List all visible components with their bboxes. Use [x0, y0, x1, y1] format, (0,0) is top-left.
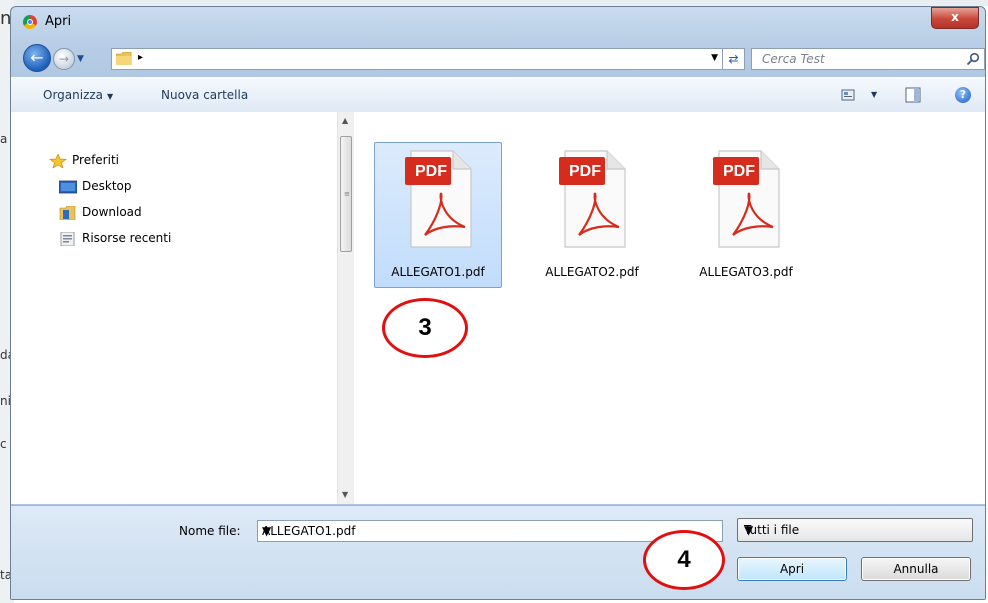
file-item[interactable]: PDF ALLEGATO3.pdf — [682, 142, 810, 288]
grip-icon: ≡ — [344, 190, 350, 198]
back-button[interactable]: ← — [23, 44, 51, 72]
chrome-icon — [23, 15, 37, 29]
search-placeholder: Cerca Test — [762, 52, 825, 66]
help-icon[interactable]: ? — [955, 87, 971, 103]
star-icon — [49, 153, 67, 168]
navigation-pane: Preferiti Desktop Download Risorse recen… — [11, 112, 355, 504]
nav-item-label: Download — [82, 205, 142, 219]
open-button[interactable]: Apri — [737, 557, 847, 581]
pdf-badge: PDF — [415, 163, 447, 180]
navigation-scrollbar[interactable]: ▲ ≡ ▼ — [337, 112, 355, 504]
nav-item-recent-places[interactable]: Risorse recenti — [59, 228, 171, 248]
organize-label: Organizza — [43, 88, 104, 102]
pdf-badge: PDF — [723, 163, 755, 180]
recent-places-icon — [60, 231, 75, 246]
history-dropdown-icon[interactable]: ▼ — [77, 54, 84, 64]
chevron-down-icon: ▼ — [107, 92, 114, 101]
download-folder-icon — [59, 205, 76, 220]
address-dropdown-icon[interactable]: ▼ — [711, 53, 718, 63]
view-options-icon[interactable] — [841, 87, 857, 103]
folder-icon — [116, 52, 132, 65]
nav-item-label: Preferiti — [72, 153, 119, 167]
search-icon[interactable] — [966, 52, 980, 66]
pdf-badge: PDF — [569, 163, 601, 180]
chevron-down-icon: ▼ — [744, 523, 754, 537]
new-folder-button[interactable]: Nuova cartella — [161, 88, 248, 102]
bottom-panel: Nome file: ALLEGATO1.pdf ▼ Tutti i file … — [11, 505, 985, 599]
chevron-right-icon[interactable]: ▸ — [138, 52, 143, 63]
scroll-thumb[interactable]: ≡ — [340, 136, 352, 252]
organize-button[interactable]: Organizza ▼ — [43, 88, 113, 102]
dialog-title: Apri — [45, 14, 72, 29]
address-bar[interactable]: ▸ ▼ — [111, 48, 723, 70]
preview-pane-icon[interactable] — [905, 87, 921, 103]
background-text: a — [0, 132, 8, 146]
annotation-marker-4: 4 — [643, 530, 725, 590]
refresh-button[interactable]: ⇄ — [723, 48, 745, 70]
file-list-pane: PDF ALLEGATO1.pdf PDF ALLEGATO2.pdf PDF … — [354, 112, 985, 504]
file-item[interactable]: PDF ALLEGATO2.pdf — [528, 142, 656, 288]
nav-item-label: Risorse recenti — [82, 231, 172, 245]
filename-label: Nome file: — [179, 524, 241, 538]
search-input[interactable]: Cerca Test — [751, 48, 985, 70]
arrow-left-icon: ← — [30, 48, 44, 67]
nav-item-download[interactable]: Download — [59, 202, 142, 222]
command-toolbar: Organizza ▼ Nuova cartella ▼ ? — [11, 77, 985, 113]
file-name: ALLEGATO1.pdf — [391, 265, 485, 279]
filename-dropdown-icon[interactable]: ▼ — [262, 524, 720, 538]
filetype-select[interactable]: Tutti i file ▼ — [737, 518, 973, 542]
file-name: ALLEGATO2.pdf — [545, 265, 639, 279]
background-text: c — [0, 437, 7, 451]
file-name: ALLEGATO3.pdf — [699, 265, 793, 279]
annotation-marker-3: 3 — [382, 298, 468, 358]
nav-item-label: Desktop — [82, 179, 132, 193]
forward-button[interactable]: → — [53, 48, 75, 70]
cancel-button[interactable]: Annulla — [861, 557, 971, 581]
navigation-bar: ← → ▼ ▸ ▼ ⇄ Cerca Test — [11, 41, 985, 75]
open-file-dialog: Apri x ← → ▼ ▸ ▼ ⇄ Cerca Test Organizza ▼ — [10, 6, 986, 600]
desktop-icon — [59, 180, 77, 193]
refresh-icon: ⇄ — [728, 52, 739, 66]
file-item[interactable]: PDF ALLEGATO1.pdf — [374, 142, 502, 288]
arrow-right-icon: → — [58, 52, 70, 66]
scroll-down-icon[interactable]: ▼ — [342, 490, 348, 499]
nav-item-favorites[interactable]: Preferiti — [49, 150, 119, 170]
title-bar[interactable]: Apri x — [11, 7, 985, 37]
view-dropdown-icon[interactable]: ▼ — [871, 90, 877, 99]
nav-item-desktop[interactable]: Desktop — [59, 176, 132, 196]
close-button[interactable]: x — [931, 7, 979, 29]
scroll-up-icon[interactable]: ▲ — [342, 116, 348, 125]
